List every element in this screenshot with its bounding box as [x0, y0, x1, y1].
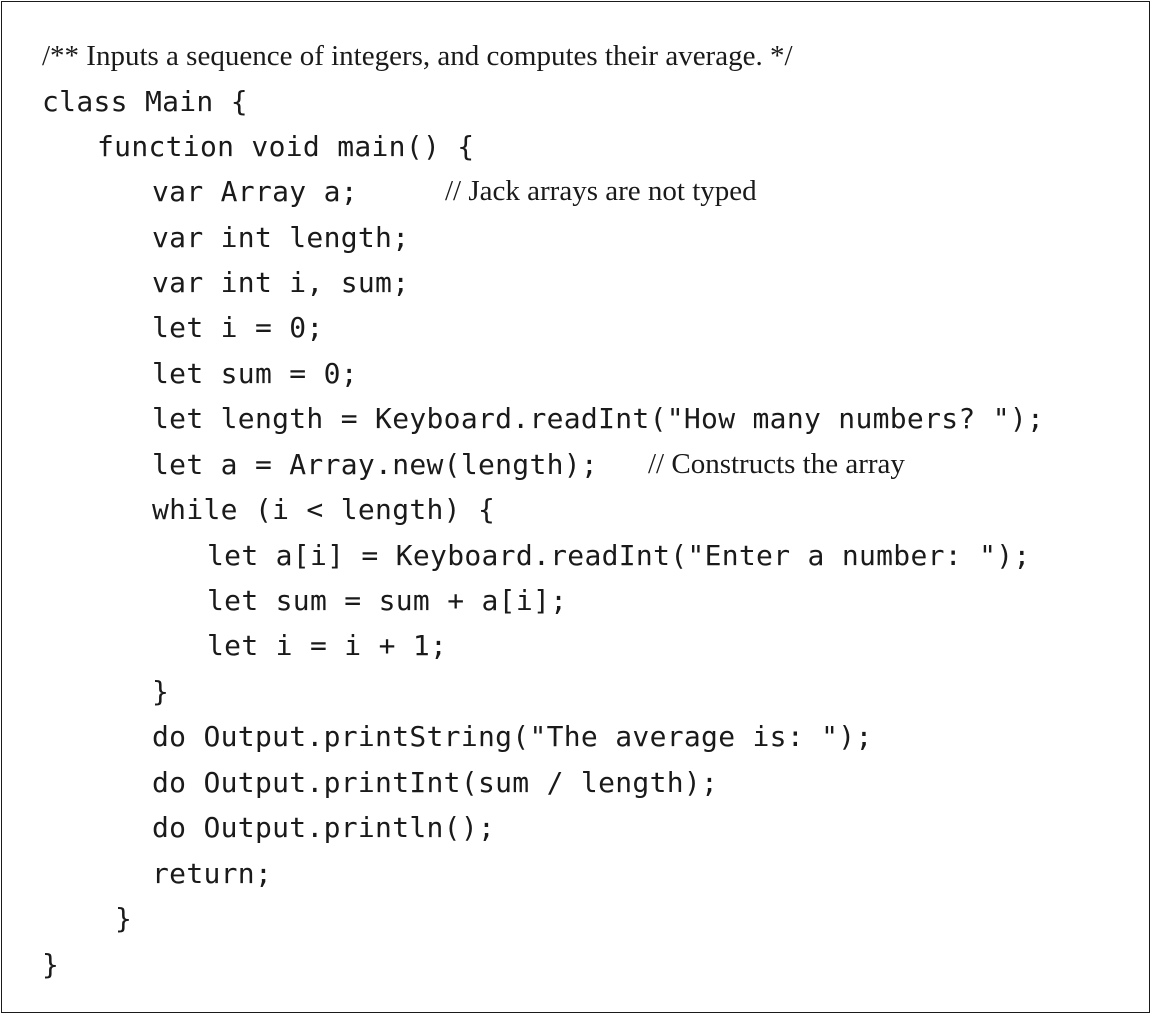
code-line: let i = i + 1;: [207, 629, 448, 662]
code-line: return;: [152, 857, 273, 890]
code-line: var int i, sum;: [152, 266, 410, 299]
inline-comment: // Jack arrays are not typed: [445, 175, 757, 207]
header-comment: /** Inputs a sequence of integers, and c…: [42, 40, 793, 72]
code-line: class Main {: [42, 85, 248, 118]
code-line: }: [42, 948, 60, 981]
code-line: function void main() {: [97, 130, 475, 163]
code-line: do Output.printString("The average is: "…: [152, 720, 873, 753]
code-line: let sum = 0;: [152, 357, 358, 390]
code-line: let sum = sum + a[i];: [207, 584, 568, 617]
inline-comment: // Constructs the array: [648, 448, 905, 480]
code-line: while (i < length) {: [152, 493, 496, 526]
code-line: }: [115, 902, 133, 935]
code-line: let a = Array.new(length);: [152, 448, 599, 481]
code-line: var int length;: [152, 221, 410, 254]
code-line: var Array a;: [152, 175, 358, 208]
code-line: let i = 0;: [152, 311, 324, 344]
code-listing-frame: /** Inputs a sequence of integers, and c…: [1, 1, 1150, 1013]
code-line: let a[i] = Keyboard.readInt("Enter a num…: [207, 539, 1031, 572]
code-line: do Output.println();: [152, 811, 496, 844]
code-line: let length = Keyboard.readInt("How many …: [152, 402, 1045, 435]
code-line: }: [152, 675, 170, 708]
code-line: do Output.printInt(sum / length);: [152, 766, 719, 799]
